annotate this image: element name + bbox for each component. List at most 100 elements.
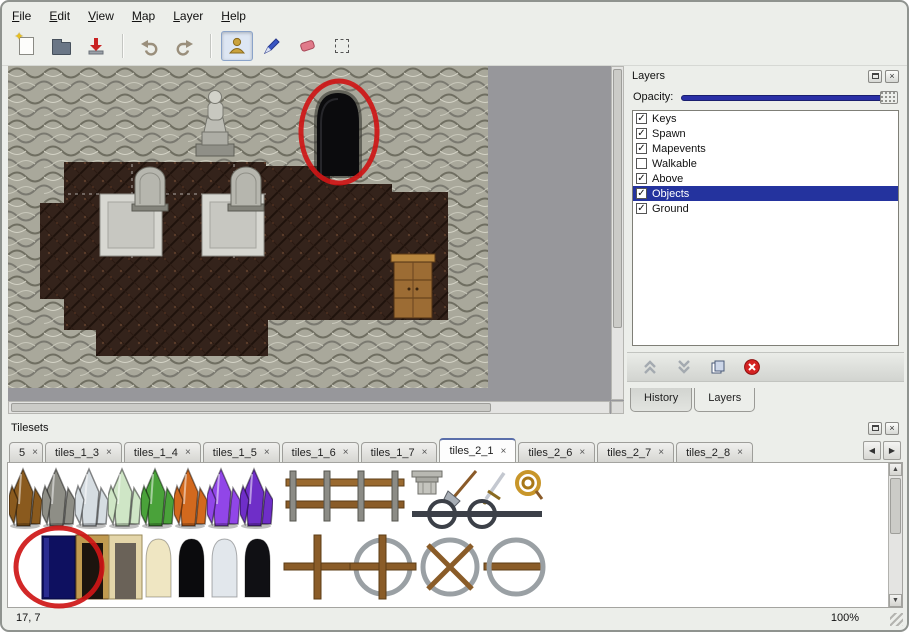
layer-checkbox[interactable]: ✓ bbox=[636, 113, 647, 124]
map-hscroll-thumb[interactable] bbox=[11, 403, 491, 412]
close-panel-button[interactable]: × bbox=[885, 70, 899, 83]
delete-layer-button[interactable] bbox=[743, 358, 761, 376]
layer-row-above[interactable]: ✓ Above bbox=[633, 171, 898, 186]
tileset-tab[interactable]: 5 × bbox=[9, 442, 43, 462]
close-panel-button[interactable]: × bbox=[885, 422, 899, 435]
tab-close-icon[interactable]: × bbox=[185, 447, 191, 458]
layer-row-spawn[interactable]: ✓ Spawn bbox=[633, 126, 898, 141]
tab-close-icon[interactable]: × bbox=[422, 447, 428, 458]
toolbar-row: ✦ bbox=[2, 26, 907, 66]
tab-close-icon[interactable]: × bbox=[343, 447, 349, 458]
tile-arch-black[interactable] bbox=[179, 539, 204, 597]
tileset-canvas[interactable] bbox=[8, 463, 888, 609]
paint-tool-button[interactable] bbox=[256, 31, 288, 61]
tile-crystal-ice[interactable] bbox=[75, 469, 108, 529]
tileset-tab[interactable]: tiles_1_7 × bbox=[361, 442, 438, 462]
layer-checkbox[interactable]: ✓ bbox=[636, 188, 647, 199]
lower-layer-button[interactable] bbox=[675, 358, 693, 376]
tile-door-frame-light[interactable] bbox=[109, 535, 142, 599]
tile-rock-gray[interactable] bbox=[42, 469, 75, 529]
tile-arch-white[interactable] bbox=[212, 539, 237, 597]
new-file-button[interactable]: ✦ bbox=[10, 31, 42, 61]
tab-layers-label: Layers bbox=[708, 392, 741, 404]
tileset-tab[interactable]: tiles_1_6 × bbox=[282, 442, 359, 462]
menu-view[interactable]: View bbox=[88, 9, 114, 23]
tile-whip-coil[interactable] bbox=[517, 472, 542, 499]
layer-row-mapevents[interactable]: ✓ Mapevents bbox=[633, 141, 898, 156]
tab-close-icon[interactable]: × bbox=[264, 447, 270, 458]
tile-track-roundabout-diagonal[interactable] bbox=[423, 540, 477, 594]
tab-close-icon[interactable]: × bbox=[658, 447, 664, 458]
redo-button[interactable] bbox=[168, 31, 200, 61]
map-vertical-scrollbar[interactable] bbox=[611, 66, 624, 400]
layer-row-walkable[interactable]: Walkable bbox=[633, 156, 898, 171]
tileset-tab[interactable]: tiles_2_7 × bbox=[597, 442, 674, 462]
duplicate-layer-button[interactable] bbox=[709, 358, 727, 376]
tab-close-icon[interactable]: × bbox=[737, 447, 743, 458]
tile-crystal-violet[interactable] bbox=[240, 469, 273, 529]
menu-edit[interactable]: Edit bbox=[49, 9, 70, 23]
tile-arch-dark[interactable] bbox=[245, 539, 270, 597]
raise-layer-button[interactable] bbox=[641, 358, 659, 376]
layer-checkbox[interactable]: ✓ bbox=[636, 173, 647, 184]
tile-crystal-green[interactable] bbox=[141, 469, 174, 529]
tab-close-icon[interactable]: × bbox=[32, 447, 38, 458]
resize-grip[interactable] bbox=[890, 613, 903, 626]
tile-track-circle[interactable] bbox=[484, 540, 544, 594]
layer-checkbox[interactable]: ✓ bbox=[636, 143, 647, 154]
menu-file[interactable]: File bbox=[12, 9, 31, 23]
tile-crystal-purple[interactable] bbox=[207, 469, 240, 529]
save-button[interactable] bbox=[80, 31, 112, 61]
scroll-up-button[interactable]: ▲ bbox=[889, 463, 902, 476]
tileset-tab[interactable]: tiles_1_4 × bbox=[124, 442, 201, 462]
tab-scroll-left-button[interactable]: ◀ bbox=[863, 441, 881, 460]
tileset-tab-active[interactable]: tiles_2_1 × bbox=[439, 438, 516, 462]
tileset-tab[interactable]: tiles_2_8 × bbox=[676, 442, 753, 462]
tileset-scroll-thumb[interactable] bbox=[890, 478, 901, 534]
place-object-tool-button[interactable] bbox=[221, 31, 253, 61]
opacity-slider[interactable] bbox=[681, 90, 898, 104]
float-panel-button[interactable] bbox=[868, 422, 882, 435]
layer-checkbox[interactable] bbox=[636, 158, 647, 169]
layer-checkbox[interactable]: ✓ bbox=[636, 128, 647, 139]
tile-track-cross[interactable] bbox=[284, 535, 350, 599]
tile-blue-selected[interactable] bbox=[42, 536, 75, 599]
tile-crystal-pale-green[interactable] bbox=[108, 469, 141, 529]
tile-track-roundabout[interactable] bbox=[350, 535, 416, 599]
map-vscroll-thumb[interactable] bbox=[613, 69, 622, 328]
tileset-tab[interactable]: tiles_2_6 × bbox=[518, 442, 595, 462]
tileset-tab[interactable]: tiles_1_5 × bbox=[203, 442, 280, 462]
tile-metal-rail[interactable] bbox=[412, 501, 542, 527]
tileset-tab[interactable]: tiles_1_3 × bbox=[45, 442, 122, 462]
scroll-down-button[interactable]: ▼ bbox=[889, 594, 902, 607]
tile-crystal-orange[interactable] bbox=[174, 469, 207, 529]
tile-wood-fence[interactable] bbox=[286, 471, 404, 521]
tile-ore-brown[interactable] bbox=[9, 469, 42, 529]
tile-arch-pale-yellow[interactable] bbox=[146, 539, 171, 597]
tileset-content: ▲ ▼ bbox=[7, 462, 903, 608]
open-button[interactable] bbox=[45, 31, 77, 61]
tileset-vertical-scrollbar[interactable]: ▲ ▼ bbox=[888, 463, 902, 607]
layer-row-objects[interactable]: ✓ Objects bbox=[633, 186, 898, 201]
layer-row-keys[interactable]: ✓ Keys bbox=[633, 111, 898, 126]
tab-layers[interactable]: Layers bbox=[694, 388, 755, 412]
tab-close-icon[interactable]: × bbox=[501, 446, 507, 457]
menu-map[interactable]: Map bbox=[132, 9, 155, 23]
tab-scroll-right-button[interactable]: ▶ bbox=[883, 441, 901, 460]
float-panel-button[interactable] bbox=[868, 70, 882, 83]
layer-checkbox[interactable]: ✓ bbox=[636, 203, 647, 214]
map-horizontal-scrollbar[interactable] bbox=[8, 401, 610, 414]
menu-help[interactable]: Help bbox=[221, 9, 246, 23]
map-canvas[interactable] bbox=[8, 66, 488, 388]
tab-history[interactable]: History bbox=[630, 388, 692, 412]
opacity-slider-handle[interactable] bbox=[880, 91, 898, 104]
layer-label: Spawn bbox=[652, 128, 686, 140]
layer-row-ground[interactable]: ✓ Ground bbox=[633, 201, 898, 216]
menu-layer[interactable]: Layer bbox=[173, 9, 203, 23]
eraser-tool-button[interactable] bbox=[291, 31, 323, 61]
tile-column-capital[interactable] bbox=[412, 471, 442, 494]
select-tool-button[interactable] bbox=[326, 31, 358, 61]
tab-close-icon[interactable]: × bbox=[106, 447, 112, 458]
tab-close-icon[interactable]: × bbox=[579, 447, 585, 458]
undo-button[interactable] bbox=[133, 31, 165, 61]
